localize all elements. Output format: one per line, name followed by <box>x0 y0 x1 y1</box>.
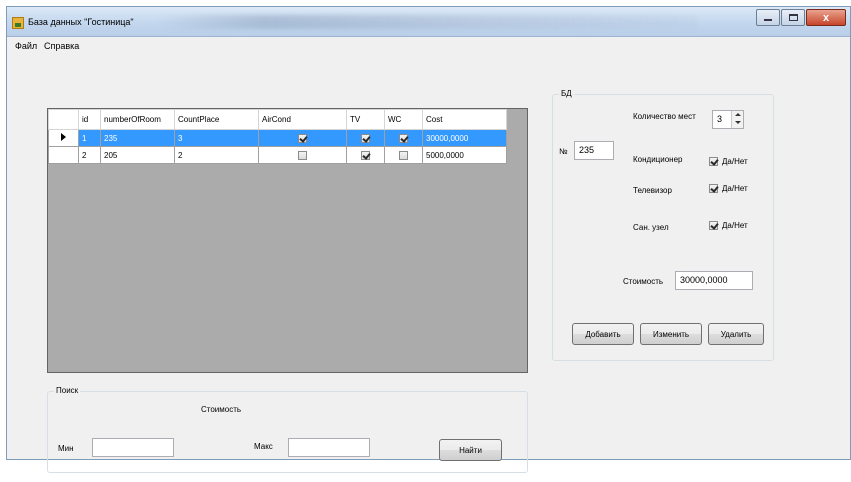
aircond-checkbox[interactable] <box>709 157 718 166</box>
menu-help[interactable]: Справка <box>44 41 79 51</box>
close-button[interactable]: x <box>806 9 846 26</box>
max-cost-input[interactable] <box>288 438 370 457</box>
cell-tv[interactable] <box>346 129 385 147</box>
wc-label: Сан. узел <box>633 223 669 232</box>
column-header-tv[interactable]: TV <box>346 109 385 130</box>
tv-checkbox-field[interactable]: Да/Нет <box>709 184 748 193</box>
table-row[interactable]: 1 235 3 30000,0000 <box>48 129 507 147</box>
places-count-stepper[interactable]: 3 <box>712 110 744 129</box>
column-header-id[interactable]: id <box>78 109 101 130</box>
tv-checkbox-label: Да/Нет <box>722 184 748 193</box>
column-header-countplace[interactable]: CountPlace <box>174 109 259 130</box>
app-icon <box>12 17 24 29</box>
aircond-label: Кондиционер <box>633 155 683 164</box>
stepper-arrows[interactable] <box>731 111 743 128</box>
cost-input[interactable]: 30000,0000 <box>675 271 753 290</box>
grid-header-row: id numberOfRoom CountPlace AirCond TV WC… <box>48 109 507 130</box>
main-window: База данных "Гостиница" x Файл Справка i… <box>6 6 851 473</box>
wc-checkbox[interactable] <box>399 150 408 160</box>
db-group: БД № 235 Количество мест 3 Кондиционер Д… <box>552 89 774 361</box>
cell-wc[interactable] <box>384 129 423 147</box>
rooms-table: id numberOfRoom CountPlace AirCond TV WC… <box>48 109 507 164</box>
tv-label: Телевизор <box>633 186 672 195</box>
cell-numberofroom[interactable]: 235 <box>100 129 175 147</box>
wc-checkbox-label: Да/Нет <box>722 221 748 230</box>
menu-file[interactable]: Файл <box>15 41 37 51</box>
room-number-input[interactable]: 235 <box>574 141 614 160</box>
search-group-title: Поиск <box>54 386 81 395</box>
stepper-down-icon[interactable] <box>732 119 743 127</box>
title-bar-background <box>157 15 697 29</box>
delete-button[interactable]: Удалить <box>708 323 764 345</box>
form-client-area: id numberOfRoom CountPlace AirCond TV WC… <box>7 56 850 473</box>
tv-checkbox[interactable] <box>709 184 718 193</box>
min-label: Мин <box>58 444 74 453</box>
search-cost-label: Стоимость <box>201 405 242 414</box>
window-controls: x <box>755 9 846 26</box>
column-header-cost[interactable]: Cost <box>422 109 507 130</box>
stepper-up-icon[interactable] <box>732 111 743 119</box>
table-row[interactable]: 2 205 2 5000,0000 <box>48 146 507 164</box>
menu-bar: Файл Справка <box>7 38 850 56</box>
rooms-data-grid[interactable]: id numberOfRoom CountPlace AirCond TV WC… <box>47 108 528 373</box>
row-header[interactable] <box>48 146 79 164</box>
minimize-icon <box>764 19 772 21</box>
edit-button[interactable]: Изменить <box>640 323 702 345</box>
current-row-arrow-icon <box>61 133 66 141</box>
row-header-selected[interactable] <box>48 129 79 147</box>
minimize-button[interactable] <box>756 9 780 26</box>
maximize-button[interactable] <box>781 9 805 26</box>
maximize-icon <box>788 14 798 21</box>
tv-checkbox[interactable] <box>361 150 370 160</box>
max-label: Макс <box>254 442 273 451</box>
wc-checkbox[interactable] <box>399 133 408 143</box>
cell-countplace[interactable]: 3 <box>174 129 259 147</box>
cell-numberofroom[interactable]: 205 <box>100 146 175 164</box>
column-header-aircond[interactable]: AirCond <box>258 109 347 130</box>
places-count-label: Количество мест <box>633 112 696 121</box>
cell-countplace[interactable]: 2 <box>174 146 259 164</box>
places-count-value: 3 <box>717 114 723 124</box>
aircond-checkbox-field[interactable]: Да/Нет <box>709 157 748 166</box>
column-header-wc[interactable]: WC <box>384 109 423 130</box>
grid-corner-header[interactable] <box>48 109 79 130</box>
tv-checkbox[interactable] <box>361 133 370 143</box>
close-icon: x <box>822 11 830 24</box>
cell-aircond[interactable] <box>258 146 347 164</box>
search-group: Поиск Стоимость Мин Макс Найти <box>47 386 528 473</box>
column-header-numberofroom[interactable]: numberOfRoom <box>100 109 175 130</box>
cost-label: Стоимость <box>623 277 664 286</box>
aircond-checkbox[interactable] <box>298 150 307 160</box>
cell-tv[interactable] <box>346 146 385 164</box>
cell-wc[interactable] <box>384 146 423 164</box>
cell-id[interactable]: 2 <box>78 146 101 164</box>
wc-checkbox[interactable] <box>709 221 718 230</box>
add-button[interactable]: Добавить <box>572 323 634 345</box>
cell-id[interactable]: 1 <box>78 129 101 147</box>
title-bar[interactable]: База данных "Гостиница" x <box>7 7 850 37</box>
room-number-label: № <box>559 147 568 156</box>
db-group-title: БД <box>559 89 574 98</box>
window-title: База данных "Гостиница" <box>28 17 134 27</box>
wc-checkbox-field[interactable]: Да/Нет <box>709 221 748 230</box>
cell-cost[interactable]: 5000,0000 <box>422 146 507 164</box>
aircond-checkbox[interactable] <box>298 133 307 143</box>
cell-aircond[interactable] <box>258 129 347 147</box>
min-cost-input[interactable] <box>92 438 174 457</box>
cell-cost[interactable]: 30000,0000 <box>422 129 507 147</box>
aircond-checkbox-label: Да/Нет <box>722 157 748 166</box>
find-button[interactable]: Найти <box>439 439 502 461</box>
